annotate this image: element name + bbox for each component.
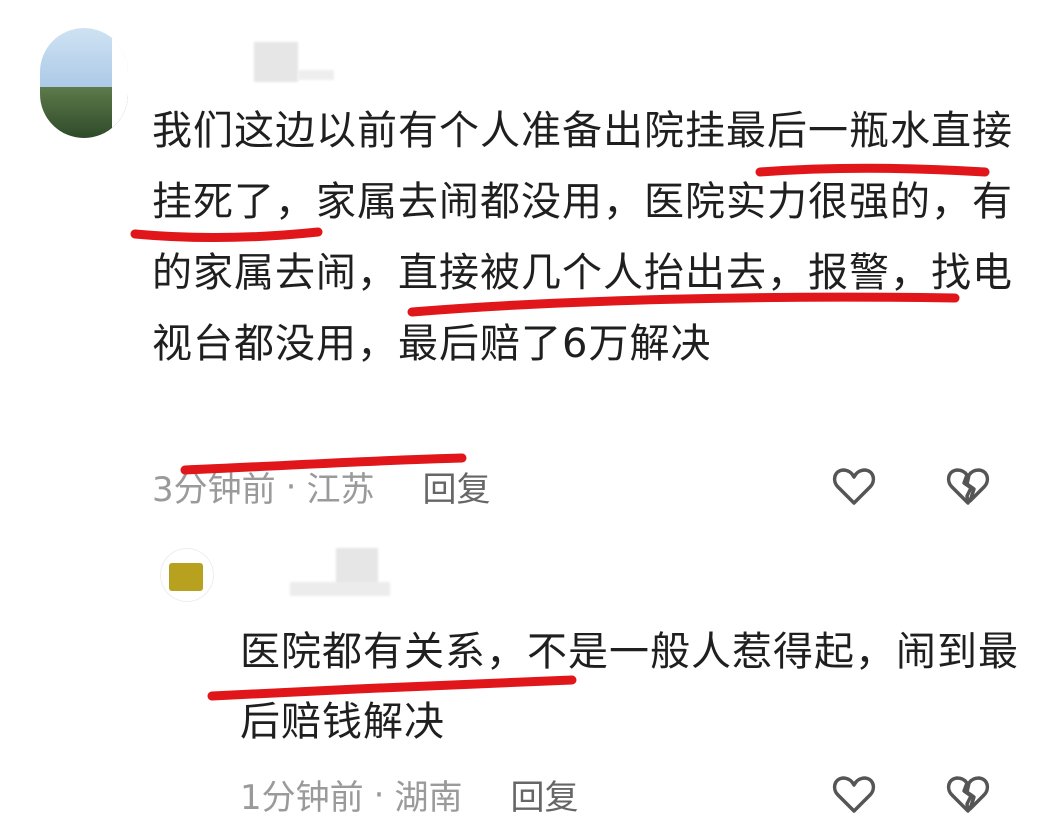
comment-text: 医院都有关系，不是一般人惹得起，闹到最后赔钱解决 bbox=[240, 629, 1019, 745]
avatar[interactable] bbox=[160, 548, 214, 602]
reply-button[interactable]: 回复 bbox=[510, 770, 578, 819]
heart-outline-icon[interactable] bbox=[830, 462, 878, 510]
username-blurred-tail bbox=[298, 70, 334, 80]
comment-text: 我们这边以前有个人准备出院挂最后一瓶水直接挂死了，家属去闹都没用，医院实力很强的… bbox=[152, 108, 1013, 367]
meta-separator: · bbox=[373, 774, 385, 815]
meta-separator: · bbox=[285, 466, 297, 507]
heart-outline-icon[interactable] bbox=[830, 770, 878, 818]
comment-meta: 1分钟前 · 湖南 回复 bbox=[240, 770, 578, 819]
avatar-image bbox=[169, 563, 203, 591]
comment-time: 1分钟前 bbox=[240, 778, 364, 818]
comment-meta: 3分钟前 · 江苏 回复 bbox=[152, 462, 490, 511]
comment-time: 3分钟前 bbox=[152, 470, 276, 510]
username-blurred[interactable] bbox=[336, 548, 378, 584]
broken-heart-icon[interactable] bbox=[944, 770, 992, 818]
reply-button[interactable]: 回复 bbox=[422, 462, 490, 511]
username-blurred[interactable] bbox=[254, 42, 298, 82]
broken-heart-icon[interactable] bbox=[944, 462, 992, 510]
comment-location: 湖南 bbox=[394, 778, 463, 818]
avatar[interactable] bbox=[40, 28, 128, 138]
comment-location: 江苏 bbox=[306, 470, 375, 510]
username-blurred-tail bbox=[290, 582, 390, 596]
